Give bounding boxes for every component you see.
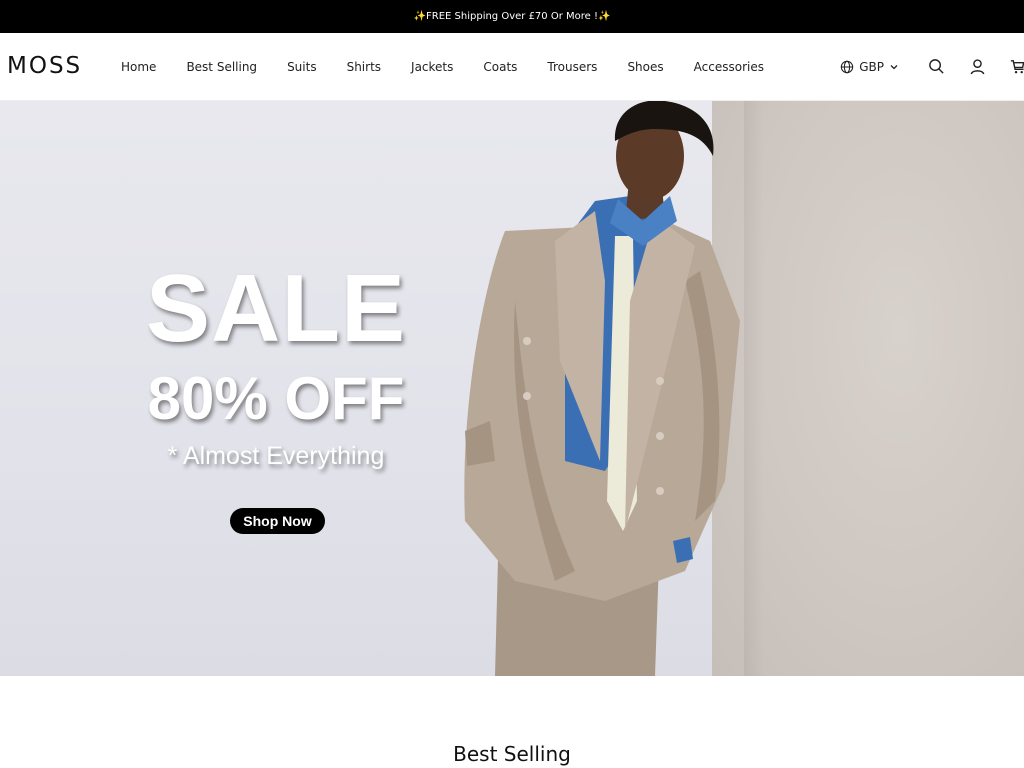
currency-selector[interactable]: GBP bbox=[840, 60, 904, 74]
header-tools: GBP bbox=[840, 33, 1024, 100]
nav-shoes[interactable]: Shoes bbox=[627, 60, 663, 74]
sale-headline: SALE bbox=[145, 255, 407, 362]
nav-coats[interactable]: Coats bbox=[483, 60, 517, 74]
nav-shirts[interactable]: Shirts bbox=[347, 60, 381, 74]
announcement-text: ✨FREE Shipping Over £70 Or More !✨ bbox=[413, 11, 611, 22]
nav-suits[interactable]: Suits bbox=[287, 60, 317, 74]
hero-banner[interactable]: SALE 80% OFF * Almost Everything Shop No… bbox=[0, 101, 1024, 676]
chevron-down-icon bbox=[890, 64, 898, 69]
logo[interactable]: MOSS bbox=[7, 53, 82, 79]
sale-promo: SALE 80% OFF * Almost Everything bbox=[126, 261, 426, 473]
nav-home[interactable]: Home bbox=[121, 60, 156, 74]
sale-discount: 80% OFF bbox=[147, 365, 405, 432]
nav-jackets[interactable]: Jackets bbox=[411, 60, 453, 74]
nav-accessories[interactable]: Accessories bbox=[694, 60, 764, 74]
best-selling-heading: Best Selling bbox=[453, 742, 571, 766]
cart-icon bbox=[1010, 60, 1024, 74]
shop-now-button[interactable]: Shop Now bbox=[230, 508, 325, 534]
sale-subline: * Almost Everything bbox=[167, 442, 385, 470]
search-button[interactable] bbox=[928, 58, 945, 75]
cart-button[interactable] bbox=[1010, 58, 1024, 75]
currency-label: GBP bbox=[859, 59, 884, 74]
globe-icon bbox=[841, 60, 854, 73]
hero-model-image bbox=[464, 101, 740, 676]
main-nav: Home Best Selling Suits Shirts Jackets C… bbox=[121, 33, 794, 100]
site-header: MOSS Home Best Selling Suits Shirts Jack… bbox=[0, 33, 1024, 101]
search-icon bbox=[929, 59, 944, 74]
account-button[interactable] bbox=[969, 58, 986, 75]
announcement-bar: ✨FREE Shipping Over £70 Or More !✨ bbox=[0, 0, 1024, 33]
account-icon bbox=[970, 59, 985, 75]
nav-trousers[interactable]: Trousers bbox=[547, 60, 597, 74]
nav-best-selling[interactable]: Best Selling bbox=[186, 60, 257, 74]
